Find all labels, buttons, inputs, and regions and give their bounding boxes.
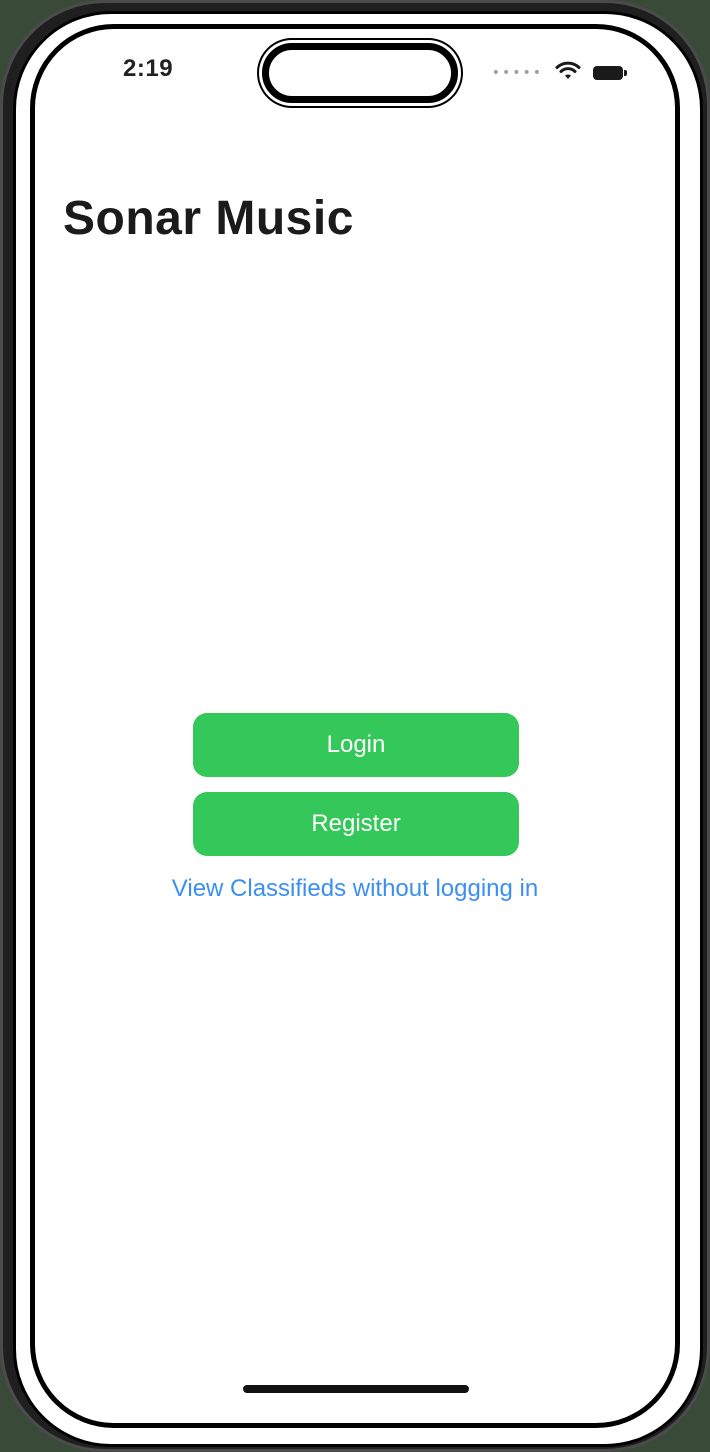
register-button[interactable]: Register (193, 792, 519, 856)
dynamic-island (262, 43, 458, 103)
login-button[interactable]: Login (193, 713, 519, 777)
status-icons: ••••• (491, 61, 627, 86)
wifi-icon (555, 61, 581, 86)
cellular-signal-icon: ••••• (491, 65, 543, 81)
app-title: Sonar Music (63, 192, 354, 245)
status-time: 2:19 (123, 55, 174, 82)
view-classifieds-link[interactable]: View Classifieds without logging in (35, 875, 675, 903)
home-indicator[interactable] (243, 1385, 469, 1393)
battery-icon (593, 66, 627, 80)
phone-screen: 2:19 ••••• Sonar Music Login Register Vi… (30, 24, 680, 1428)
